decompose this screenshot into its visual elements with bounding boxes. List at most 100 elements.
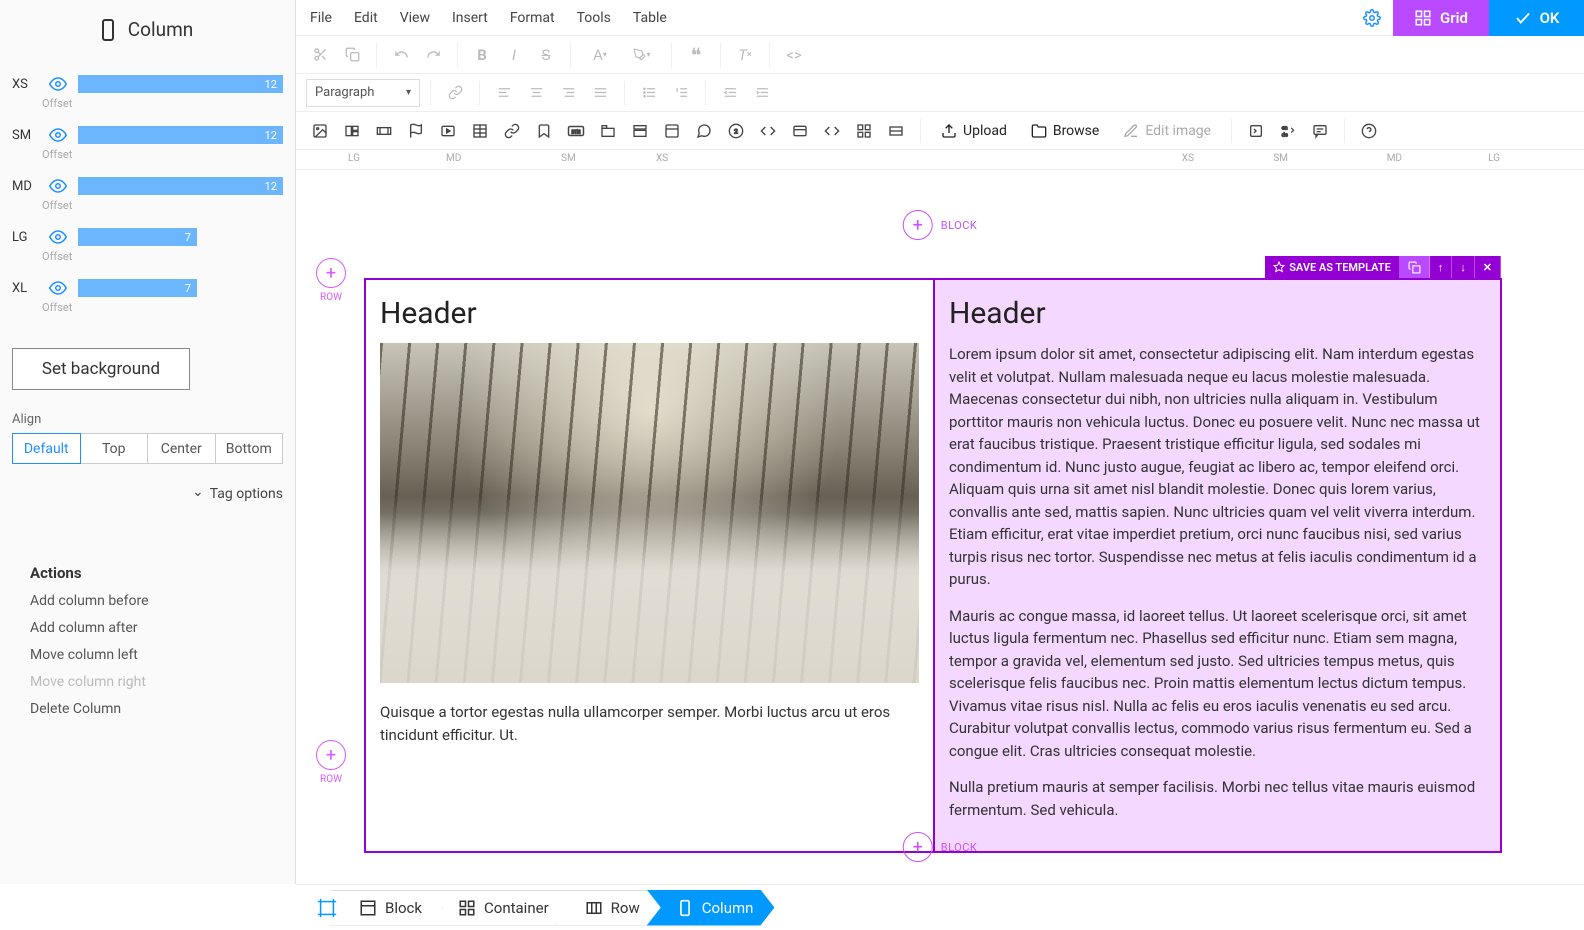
link-insert-button[interactable]: [498, 117, 526, 145]
menu-tools[interactable]: Tools: [577, 10, 611, 26]
column-1-header[interactable]: Header: [380, 296, 919, 331]
card-button[interactable]: [658, 117, 686, 145]
html-button[interactable]: [818, 117, 846, 145]
grid-button[interactable]: Grid: [1393, 0, 1489, 36]
accordion-button[interactable]: [626, 117, 654, 145]
align-right-button[interactable]: [554, 79, 582, 107]
upload-button[interactable]: Upload: [931, 117, 1017, 145]
undo-button[interactable]: [387, 41, 415, 69]
image-insert-button[interactable]: [306, 117, 334, 145]
column-2-header[interactable]: Header: [949, 296, 1486, 331]
outdent-button[interactable]: [716, 79, 744, 107]
menu-view[interactable]: View: [400, 10, 430, 26]
eye-icon[interactable]: [48, 75, 68, 93]
breadcrumb-row[interactable]: Row: [556, 890, 661, 926]
embed-button[interactable]: [754, 117, 782, 145]
bookmark-button[interactable]: [530, 117, 558, 145]
quote-button[interactable]: ❝: [682, 41, 710, 69]
move-down-button[interactable]: ↓: [1452, 256, 1475, 278]
add-block-bottom-button[interactable]: + BLOCK: [903, 832, 978, 862]
align-top-button[interactable]: Top: [81, 433, 149, 464]
breadcrumb-block[interactable]: Block: [330, 890, 443, 926]
content-block[interactable]: SAVE AS TEMPLATE ↑ ↓ ✕ Header Quisque a …: [364, 278, 1502, 853]
eye-icon[interactable]: [48, 279, 68, 297]
column-2-p3[interactable]: Nulla pretium mauris at semper facilisis…: [949, 776, 1486, 821]
italic-button[interactable]: I: [500, 41, 528, 69]
flag-button[interactable]: [402, 117, 430, 145]
duplicate-block-button[interactable]: [1400, 256, 1430, 278]
action-add-column-after[interactable]: Add column after: [30, 620, 283, 636]
eye-icon[interactable]: [48, 177, 68, 195]
chat-button[interactable]: [1306, 117, 1334, 145]
slider-button[interactable]: [370, 117, 398, 145]
column-2[interactable]: Header Lorem ipsum dolor sit amet, conse…: [933, 280, 1500, 851]
breadcrumb-column[interactable]: Column: [647, 890, 775, 926]
menu-insert[interactable]: Insert: [452, 10, 488, 26]
delete-block-button[interactable]: ✕: [1475, 256, 1501, 278]
code-button[interactable]: <>: [780, 41, 808, 69]
tab-button[interactable]: [594, 117, 622, 145]
align-default-button[interactable]: Default: [12, 433, 81, 464]
menu-format[interactable]: Format: [510, 10, 555, 26]
action-delete-column[interactable]: Delete Column: [30, 701, 283, 717]
set-background-button[interactable]: Set background: [12, 348, 190, 390]
indent-button[interactable]: [748, 79, 776, 107]
settings-button[interactable]: [1351, 9, 1393, 27]
align-center-button[interactable]: [522, 79, 550, 107]
column-2-p1[interactable]: Lorem ipsum dolor sit amet, consectetur …: [949, 343, 1486, 591]
copy-button[interactable]: [338, 41, 366, 69]
highlight-button[interactable]: ▾: [623, 41, 661, 69]
clear-format-button[interactable]: T×: [731, 41, 759, 69]
paragraph-select[interactable]: Paragraph ▾: [306, 79, 420, 107]
menu-file[interactable]: File: [310, 10, 332, 26]
translate-button[interactable]: ende: [1274, 117, 1302, 145]
text-color-button[interactable]: A▾: [581, 41, 619, 69]
counter-button[interactable]: 2: [722, 117, 750, 145]
number-list-button[interactable]: [667, 79, 695, 107]
link-button[interactable]: [441, 79, 469, 107]
strikethrough-button[interactable]: S: [532, 41, 560, 69]
breadcrumb-container[interactable]: Container: [429, 890, 570, 926]
gallery-button[interactable]: [338, 117, 366, 145]
ok-button[interactable]: OK: [1489, 0, 1584, 36]
bold-button[interactable]: B: [468, 41, 496, 69]
align-left-button[interactable]: [490, 79, 518, 107]
video-button[interactable]: [434, 117, 462, 145]
action-add-column-before[interactable]: Add column before: [30, 593, 283, 609]
help-button[interactable]: [1355, 117, 1383, 145]
comment-button[interactable]: [690, 117, 718, 145]
action-move-column-left[interactable]: Move column left: [30, 647, 283, 663]
column-1-text[interactable]: Quisque a tortor egestas nulla ullamcorp…: [380, 701, 919, 746]
save-template-button[interactable]: SAVE AS TEMPLATE: [1265, 256, 1400, 278]
bullet-list-button[interactable]: [635, 79, 663, 107]
widget-button[interactable]: [786, 117, 814, 145]
add-block-top-button[interactable]: + BLOCK: [903, 210, 978, 240]
bp-slider[interactable]: 7: [78, 228, 283, 246]
layout2-button[interactable]: [882, 117, 910, 145]
bp-slider[interactable]: 7: [78, 279, 283, 297]
cut-button[interactable]: [306, 41, 334, 69]
column-1[interactable]: Header Quisque a tortor egestas nulla ul…: [366, 280, 933, 851]
eye-icon[interactable]: [48, 126, 68, 144]
browse-button[interactable]: Browse: [1021, 117, 1109, 145]
column-2-p2[interactable]: Mauris ac congue massa, id laoreet tellu…: [949, 605, 1486, 763]
align-bottom-button[interactable]: Bottom: [216, 433, 284, 464]
align-justify-button[interactable]: [586, 79, 614, 107]
canvas[interactable]: + BLOCK + ROW SAVE AS TEMPLATE ↑ ↓ ✕ Hea…: [296, 170, 1584, 890]
add-row-bottom-button[interactable]: + ROW: [316, 740, 346, 785]
button-insert-button[interactable]: BTN: [562, 117, 590, 145]
snippet-button[interactable]: [1242, 117, 1270, 145]
table-insert-button[interactable]: [466, 117, 494, 145]
menu-table[interactable]: Table: [633, 10, 667, 26]
column-1-image[interactable]: [380, 343, 919, 683]
bp-slider[interactable]: 12: [78, 126, 283, 144]
redo-button[interactable]: [419, 41, 447, 69]
bp-slider[interactable]: 12: [78, 177, 283, 195]
eye-icon[interactable]: [48, 228, 68, 246]
layout1-button[interactable]: [850, 117, 878, 145]
tag-options-toggle[interactable]: Tag options: [12, 486, 283, 502]
move-up-button[interactable]: ↑: [1430, 256, 1453, 278]
add-row-top-button[interactable]: + ROW: [316, 258, 346, 303]
bp-slider[interactable]: 12: [78, 75, 283, 93]
align-center-button[interactable]: Center: [148, 433, 216, 464]
